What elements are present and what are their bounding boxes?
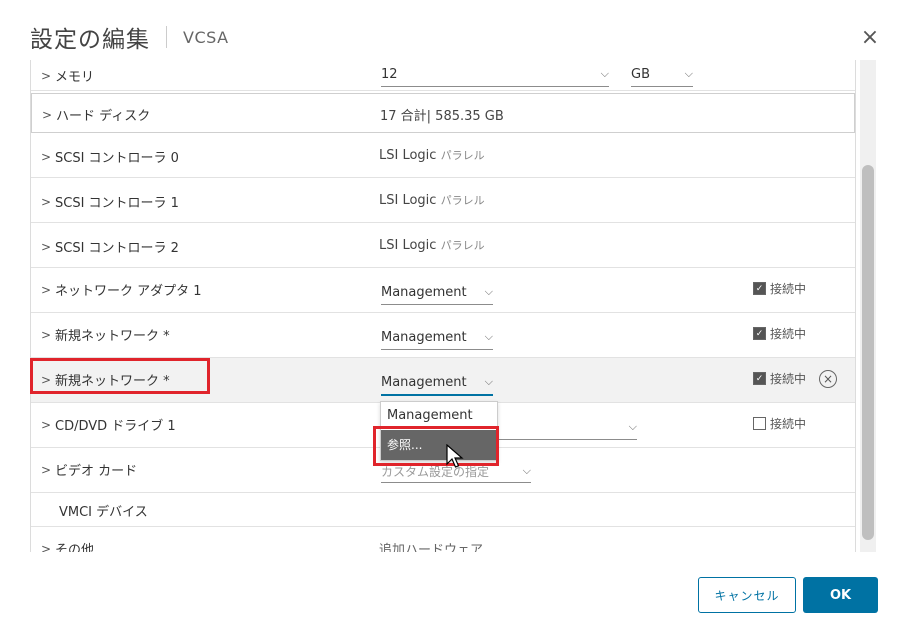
checkbox-checked-icon[interactable]: ✓ (753, 282, 766, 295)
scrollbar-thumb[interactable] (862, 165, 874, 540)
row-label-scsi-1[interactable]: > SCSI コントローラ 1 (41, 192, 179, 212)
remove-device-icon[interactable]: × (819, 370, 837, 388)
vm-name: VCSA (183, 27, 229, 47)
scsi-1-type: LSI Logic パラレル (379, 193, 485, 208)
highlight-box-browse-option (373, 426, 499, 466)
checkbox-checked-icon[interactable]: ✓ (753, 372, 766, 385)
chevron-right-icon[interactable]: > (41, 418, 55, 432)
row-label-new-network-1[interactable]: > 新規ネットワーク * (41, 325, 170, 345)
connected-checkbox[interactable]: 接続中 (753, 415, 806, 432)
chevron-right-icon[interactable]: > (41, 69, 55, 83)
row-network-adapter-1: > ネットワーク アダプタ 1 Management ⌵ ✓ 接続中 (31, 268, 855, 313)
chevron-right-icon[interactable]: > (41, 240, 55, 254)
hard-disk-summary: 17 合計| 585.35 GB (380, 109, 504, 124)
other-summary: 追加ハードウェア (379, 543, 484, 552)
row-label-scsi-2[interactable]: > SCSI コントローラ 2 (41, 237, 179, 257)
cancel-button[interactable]: キャンセル (698, 577, 796, 613)
checkbox-unchecked-icon[interactable] (753, 417, 766, 430)
connected-checkbox[interactable]: ✓ 接続中 (753, 370, 806, 387)
row-label-memory[interactable]: > メモリ (41, 66, 94, 86)
close-icon[interactable]: × (858, 26, 882, 50)
row-new-network-1: > 新規ネットワーク * Management ⌵ ✓ 接続中 (31, 313, 855, 358)
chevron-right-icon[interactable]: > (41, 328, 55, 342)
checkbox-checked-icon[interactable]: ✓ (753, 327, 766, 340)
row-label-video-card[interactable]: > ビデオ カード (41, 460, 137, 480)
row-scsi-controller-1: > SCSI コントローラ 1 LSI Logic パラレル (31, 178, 855, 223)
chevron-down-icon: ⌵ (684, 67, 693, 80)
dialog-header: 設定の編集 VCSA (30, 20, 229, 54)
highlight-box-row-label (30, 358, 210, 394)
row-other: > その他 追加ハードウェア (31, 527, 855, 553)
chevron-right-icon[interactable]: > (41, 463, 55, 477)
chevron-down-icon: ⌵ (628, 420, 637, 433)
chevron-down-icon: ⌵ (484, 375, 493, 388)
chevron-down-icon: ⌵ (484, 285, 493, 298)
row-scsi-controller-0: > SCSI コントローラ 0 LSI Logic パラレル (31, 133, 855, 178)
network-select[interactable]: Management ⌵ (381, 280, 493, 305)
row-label-other[interactable]: > その他 (41, 539, 94, 553)
chevron-down-icon: ⌵ (600, 67, 609, 80)
mouse-pointer-icon (446, 444, 464, 468)
chevron-right-icon[interactable]: > (42, 108, 56, 122)
row-label-vmci: VMCI デバイス (59, 505, 148, 520)
row-memory: > メモリ 12 ⌵ GB ⌵ (31, 60, 855, 91)
chevron-right-icon[interactable]: > (41, 542, 55, 553)
ok-button[interactable]: OK (803, 577, 878, 613)
connected-checkbox[interactable]: ✓ 接続中 (753, 280, 806, 297)
chevron-right-icon[interactable]: > (41, 150, 55, 164)
row-label-scsi-0[interactable]: > SCSI コントローラ 0 (41, 147, 179, 167)
virtual-hardware-list: > メモリ 12 ⌵ GB ⌵ > ハード ディスク 17 合計| 585.35… (30, 60, 856, 552)
title-separator (166, 26, 167, 48)
row-scsi-controller-2: > SCSI コントローラ 2 LSI Logic パラレル (31, 223, 855, 268)
network-select-open[interactable]: Management ⌵ (381, 370, 493, 396)
chevron-down-icon: ⌵ (522, 464, 531, 477)
row-label-network-adapter-1[interactable]: > ネットワーク アダプタ 1 (41, 280, 202, 300)
chevron-right-icon[interactable]: > (41, 195, 55, 209)
chevron-right-icon[interactable]: > (41, 283, 55, 297)
chevron-down-icon: ⌵ (484, 330, 493, 343)
network-select[interactable]: Management ⌵ (381, 325, 493, 350)
scsi-0-type: LSI Logic パラレル (379, 148, 485, 163)
row-label-hard-disk[interactable]: > ハード ディスク (42, 105, 150, 125)
memory-unit-select[interactable]: GB ⌵ (631, 62, 693, 87)
connected-checkbox[interactable]: ✓ 接続中 (753, 325, 806, 342)
row-hard-disk: > ハード ディスク 17 合計| 585.35 GB (31, 93, 855, 133)
row-vmci-device: VMCI デバイス (31, 493, 855, 527)
memory-size-input[interactable]: 12 ⌵ (381, 62, 609, 87)
row-label-cd-dvd[interactable]: > CD/DVD ドライブ 1 (41, 415, 176, 435)
scsi-2-type: LSI Logic パラレル (379, 238, 485, 253)
dialog-title: 設定の編集 (30, 27, 150, 53)
